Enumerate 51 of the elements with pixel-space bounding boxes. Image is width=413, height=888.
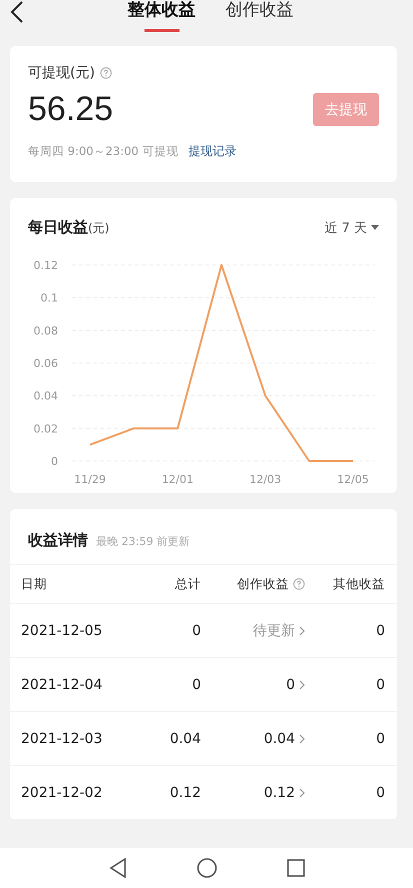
x-axis-label: 12/03 [249, 473, 282, 486]
recents-nav-icon[interactable] [286, 859, 304, 877]
back-nav-icon[interactable] [108, 858, 126, 878]
withdraw-history-link[interactable]: 提现记录 [188, 143, 236, 160]
x-axis-label: 12/01 [162, 473, 194, 486]
chevron-icon[interactable] [299, 626, 305, 636]
table-cell: 2021-12-03 [21, 730, 102, 746]
back-icon[interactable] [10, 0, 24, 24]
y-axis-label: 0.04 [34, 390, 58, 403]
table-cell: 0 [192, 622, 201, 638]
column-header: 创作收益 [237, 576, 289, 592]
table-cell[interactable]: 0 [286, 676, 295, 692]
table-cell: 0 [376, 676, 385, 692]
balance-label: 可提现(元) [28, 64, 95, 82]
range-dropdown[interactable]: 近 7 天 [324, 218, 379, 236]
column-header: 总计 [175, 576, 201, 592]
y-axis-label: 0 [51, 455, 58, 468]
y-axis-label: 0.1 [40, 292, 58, 305]
x-axis-label: 12/05 [337, 473, 369, 486]
table-cell: 0 [376, 622, 385, 638]
chevron-icon[interactable] [299, 680, 305, 690]
chart-title: 每日收益(元) [28, 218, 110, 237]
chevron-icon[interactable] [299, 788, 305, 798]
home-nav-icon[interactable] [196, 858, 216, 878]
table-cell: 0.12 [170, 784, 201, 800]
caret-icon[interactable] [371, 225, 379, 230]
chevron-icon[interactable] [299, 734, 305, 744]
y-axis-label: 0.12 [34, 259, 58, 272]
balance-amount: 56.25 [28, 90, 114, 129]
table-cell[interactable]: 0.12 [264, 784, 295, 800]
table-cell: 0.04 [170, 730, 201, 746]
details-subtitle: 最晚 23:59 前更新 [96, 534, 190, 549]
withdraw-hours-note: 每周四 9:00～23:00 可提现 [28, 144, 178, 159]
table-cell: 2021-12-02 [21, 784, 102, 800]
y-axis-label: 0.06 [34, 357, 58, 370]
details-title: 收益详情 [28, 531, 88, 550]
tab[interactable]: 整体收益 [128, 0, 196, 32]
table-cell: 0 [192, 676, 201, 692]
table-cell: 0 [376, 730, 385, 746]
y-axis-label: 0.02 [34, 422, 58, 436]
tab[interactable]: 创作收益 [226, 0, 294, 32]
table-cell[interactable]: 0.04 [264, 730, 295, 746]
help-icon[interactable] [293, 578, 305, 590]
table-cell: 0 [376, 784, 385, 800]
column-header: 其他收益 [333, 576, 385, 592]
table-cell: 2021-12-05 [21, 622, 102, 638]
column-header: 日期 [21, 576, 47, 592]
help-icon[interactable] [100, 67, 112, 79]
y-axis-label: 0.08 [34, 324, 58, 338]
x-axis-label: 11/29 [74, 473, 106, 486]
table-cell: 2021-12-04 [21, 676, 102, 692]
